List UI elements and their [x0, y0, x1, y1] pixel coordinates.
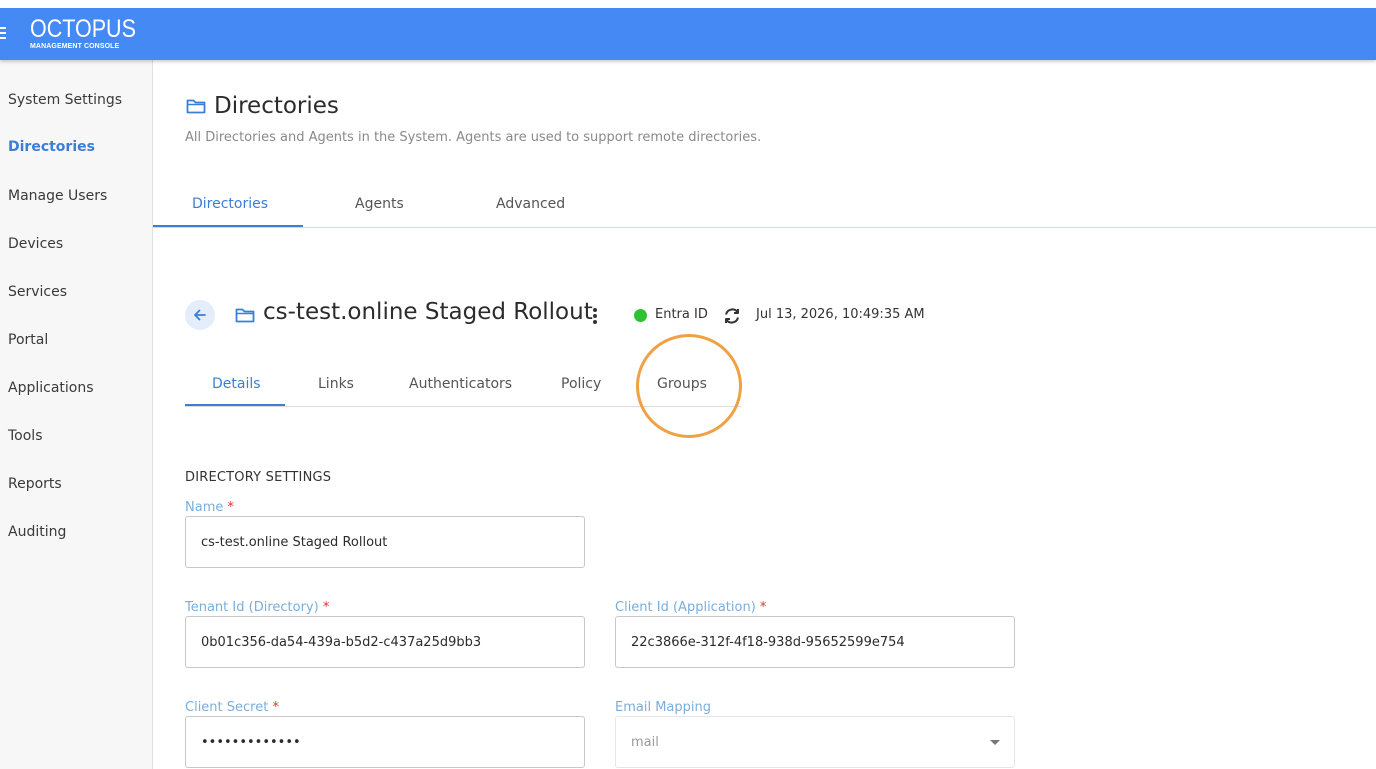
email-mapping-label: Email Mapping [615, 700, 711, 715]
status-indicator [634, 309, 647, 322]
active-detail-tab-indicator [185, 404, 285, 406]
directory-type: Entra ID [655, 307, 708, 322]
folder-icon [186, 99, 206, 114]
top-strip [0, 0, 1376, 8]
sidebar-item-devices[interactable]: Devices [8, 236, 63, 252]
directory-header: cs-test.online Staged Rollout Entra ID J… [185, 299, 985, 332]
directory-title: cs-test.online Staged Rollout [263, 299, 593, 325]
tenant-id-field[interactable]: 0b01c356-da54-439a-b5d2-c437a25d9bb3 [185, 616, 585, 668]
client-secret-label: Client Secret * [185, 700, 279, 715]
tab-links[interactable]: Links [318, 376, 354, 392]
email-mapping-value: mail [631, 734, 659, 750]
sidebar-item-system-settings[interactable]: System Settings [8, 92, 122, 108]
more-options-icon[interactable] [589, 306, 601, 326]
page-title: Directories [214, 93, 339, 119]
tab-groups[interactable]: Groups [657, 376, 707, 392]
sidebar-item-directories[interactable]: Directories [8, 139, 95, 155]
name-label: Name * [185, 500, 234, 515]
directory-tabs: Details Links Authenticators Policy Grou… [185, 367, 741, 407]
sidebar-item-manage-users[interactable]: Manage Users [8, 188, 107, 204]
page-description: All Directories and Agents in the System… [185, 130, 762, 145]
page-tabs: Directories Agents Advanced [153, 184, 1376, 228]
back-button[interactable] [185, 300, 215, 330]
email-mapping-select[interactable]: mail [615, 716, 1015, 768]
last-sync-timestamp: Jul 13, 2026, 10:49:35 AM [756, 307, 925, 322]
tab-agents[interactable]: Agents [355, 196, 404, 212]
top-header: OCTOPUS MANAGEMENT CONSOLE [0, 8, 1376, 60]
tab-details[interactable]: Details [212, 376, 261, 392]
tenant-id-label: Tenant Id (Directory) * [185, 600, 330, 615]
sidebar-item-portal[interactable]: Portal [8, 332, 48, 348]
sync-icon[interactable] [721, 305, 743, 327]
hamburger-menu-icon[interactable] [0, 27, 6, 41]
chevron-down-icon [990, 740, 1000, 745]
sidebar-item-services[interactable]: Services [8, 284, 67, 300]
tab-advanced[interactable]: Advanced [496, 196, 565, 212]
tab-policy[interactable]: Policy [561, 376, 601, 392]
name-field[interactable]: cs-test.online Staged Rollout [185, 516, 585, 568]
tab-authenticators[interactable]: Authenticators [409, 376, 512, 392]
logo-subtitle: MANAGEMENT CONSOLE [30, 43, 120, 50]
sidebar-item-tools[interactable]: Tools [8, 428, 43, 444]
active-tab-indicator [153, 225, 303, 227]
arrow-left-icon [194, 309, 206, 321]
tab-directories[interactable]: Directories [192, 196, 268, 212]
client-secret-field[interactable]: ••••••••••••• [185, 716, 585, 768]
sidebar-item-auditing[interactable]: Auditing [8, 524, 66, 540]
page-title-row: Directories [186, 93, 339, 119]
app-logo[interactable]: OCTOPUS MANAGEMENT CONSOLE [30, 16, 153, 51]
logo-title: OCTOPUS [30, 15, 136, 43]
sidebar-item-reports[interactable]: Reports [8, 476, 62, 492]
client-id-field[interactable]: 22c3866e-312f-4f18-938d-95652599e754 [615, 616, 1015, 668]
folder-icon [235, 308, 255, 323]
client-id-label: Client Id (Application) * [615, 600, 767, 615]
sidebar-item-applications[interactable]: Applications [8, 380, 94, 396]
sidebar: System Settings Directories Manage Users… [0, 60, 153, 769]
section-title: DIRECTORY SETTINGS [185, 470, 332, 485]
